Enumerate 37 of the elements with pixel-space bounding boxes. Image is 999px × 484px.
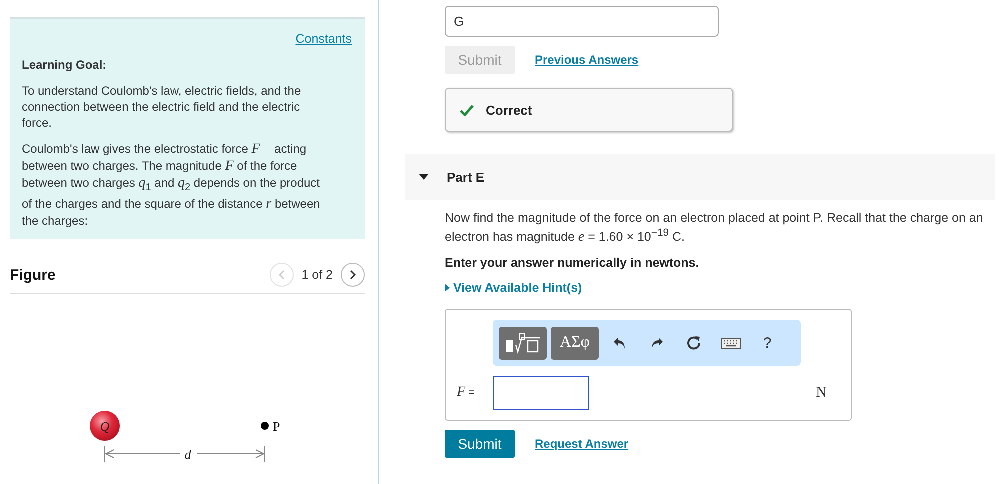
distance-label: d (184, 447, 192, 462)
question-text: Now find the magnitude of the force on an electron placed at point P. Recall that the charge on an electron has magnitude e = 1.60 × 10$^{−19}$ C. (445, 210, 984, 246)
instruction-text: Enter your answer numerically in newtons. (445, 256, 700, 270)
charge-label: Q (100, 419, 110, 434)
redo-icon (650, 336, 664, 350)
paragraph: Coulomb's law gives the electrostatic force F⃗ acting between two charges. The magnitude F of the force between two charges q$_{1}$ and q$_{2}$ depends on the product of the charges and the square of the distance r between the charges: (22, 141, 322, 230)
charge-sphere (90, 411, 120, 441)
part-header[interactable]: Part E (405, 154, 995, 200)
point-dot (261, 422, 269, 430)
hints-link[interactable]: View Available Hint(s) (445, 281, 582, 296)
keyboard-icon (720, 338, 740, 349)
square-root-template-icon (504, 332, 542, 354)
variable-label: F = (457, 385, 476, 402)
part-title: Part E (447, 170, 485, 184)
chevron-right-icon (349, 270, 357, 280)
help-button[interactable]: ? (751, 326, 784, 360)
page-indicator: 1 of 2 (302, 268, 333, 282)
templates-button[interactable] (499, 326, 547, 360)
answer-input[interactable] (493, 376, 589, 410)
reset-icon (686, 335, 702, 352)
paragraph: To understand Coulomb's law, electric fields, and the connection between the electric field and the electric force. (22, 83, 302, 131)
next-button[interactable] (341, 263, 365, 287)
submit-button[interactable]: Submit (445, 430, 515, 458)
symbols-button[interactable]: ΑΣφ (551, 326, 599, 360)
undo-icon (612, 336, 626, 350)
unit-label: N (816, 384, 827, 402)
point-label: P (273, 419, 280, 434)
previous-answers-link[interactable]: Previous Answers (535, 53, 639, 67)
answer-field[interactable]: G (445, 6, 719, 37)
request-answer-link[interactable]: Request Answer (535, 437, 629, 452)
check-icon (460, 104, 474, 116)
feedback-text: Correct (486, 102, 532, 118)
constants-link[interactable]: Constants (296, 31, 352, 47)
figure-title: Figure (10, 266, 56, 284)
chevron-left-icon (278, 270, 286, 280)
learning-goal-heading: Learning Goal: (22, 57, 108, 73)
triangle-icon (445, 284, 450, 292)
